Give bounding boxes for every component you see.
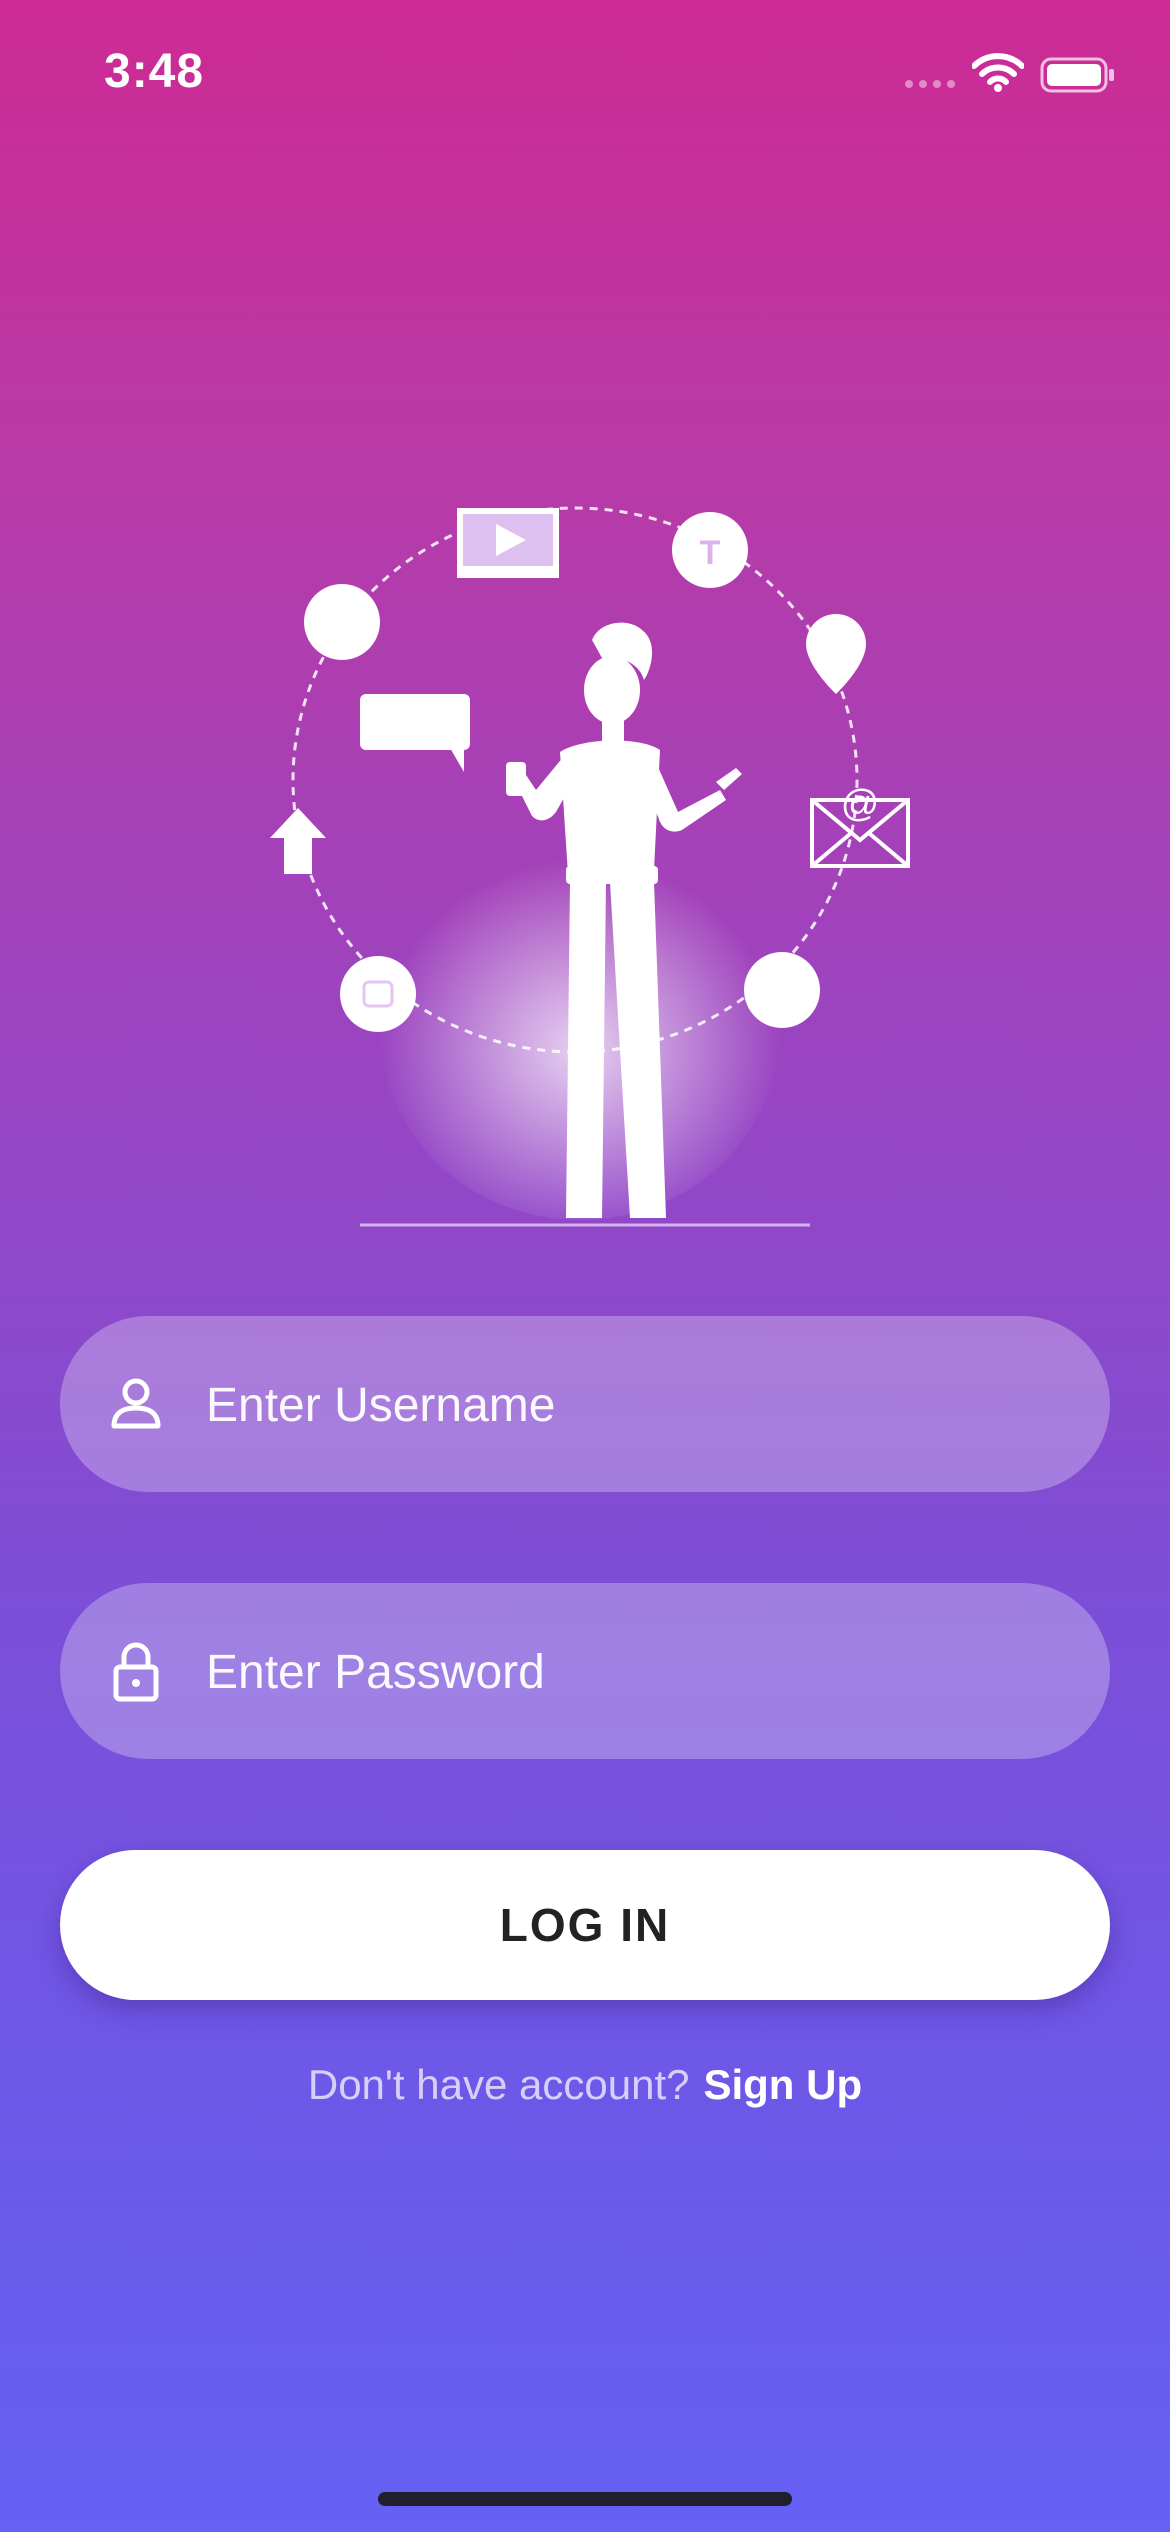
signup-link[interactable]: Sign Up xyxy=(703,2061,862,2108)
letter-t-circle-icon: T xyxy=(672,512,748,588)
signup-prompt: Don't have account? xyxy=(307,2061,690,2108)
status-bar: 3:48 xyxy=(0,0,1170,150)
circle-icon xyxy=(744,952,820,1028)
login-button[interactable]: LOG IN xyxy=(60,1850,1110,2000)
chat-bubble-icon xyxy=(360,694,470,772)
camera-circle-icon xyxy=(340,956,416,1032)
wifi-icon xyxy=(972,53,1024,92)
username-input[interactable] xyxy=(204,1316,1068,1494)
signup-row: Don't have account? Sign Up xyxy=(0,2055,1170,2115)
lock-icon xyxy=(113,1642,159,1702)
cellular-signal-icon xyxy=(905,80,955,88)
home-indicator xyxy=(378,2492,792,2506)
location-pin-icon xyxy=(806,614,866,694)
battery-icon xyxy=(1040,57,1114,93)
svg-text:T: T xyxy=(700,534,721,572)
leaf-circle-icon xyxy=(304,584,380,660)
status-time: 3:48 xyxy=(104,45,205,98)
svg-text:@: @ xyxy=(841,783,880,825)
person-with-social-icons-illustration: T @ xyxy=(270,506,910,1227)
password-input[interactable] xyxy=(204,1583,1068,1761)
password-field[interactable] xyxy=(60,1583,1110,1761)
user-icon xyxy=(111,1378,161,1429)
username-field[interactable] xyxy=(60,1316,1110,1494)
upload-arrow-icon xyxy=(270,808,326,874)
envelope-at-icon: @ xyxy=(810,783,910,868)
video-play-icon xyxy=(457,508,559,578)
